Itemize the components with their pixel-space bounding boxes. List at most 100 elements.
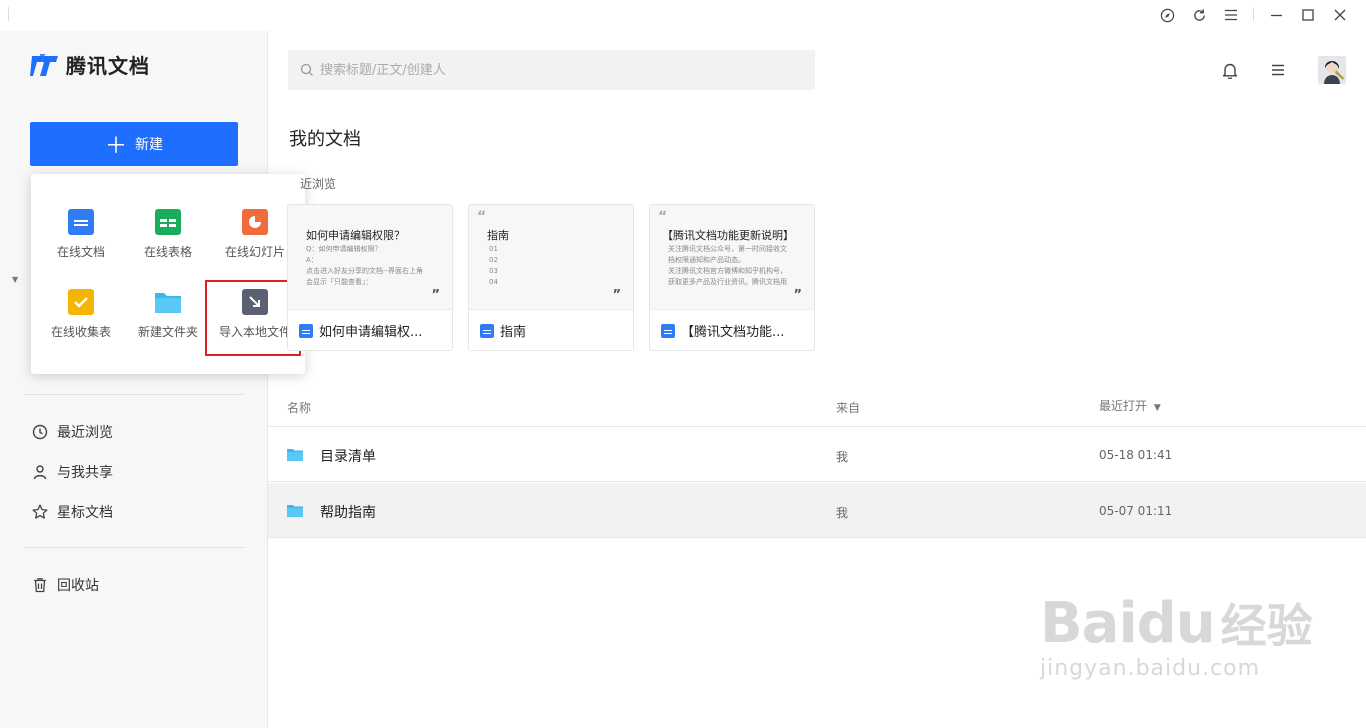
- online-sheet-icon: [155, 209, 181, 235]
- quote-mark-icon: ”: [612, 288, 621, 303]
- star-icon: [32, 504, 48, 519]
- menu-item-label: 新建文件夹: [137, 325, 198, 339]
- minimize-icon[interactable]: [1267, 6, 1285, 24]
- menu-item-label: 在线表格: [143, 245, 192, 259]
- menu-icon[interactable]: [1222, 6, 1240, 24]
- row-opened-time: 05-07 01:11: [1099, 504, 1173, 518]
- folder-icon: [287, 449, 303, 461]
- new-online-sheet-item[interactable]: 在线表格: [126, 209, 210, 260]
- sidebar-item-trash[interactable]: 回收站: [32, 575, 99, 595]
- column-header-opened[interactable]: 最近打开 ▼: [1099, 397, 1161, 414]
- new-button[interactable]: ＋ 新建: [30, 122, 238, 166]
- hamburger-menu-icon[interactable]: [1268, 60, 1288, 80]
- search-bar[interactable]: [288, 50, 815, 90]
- watermark-brand: Baidu: [1040, 591, 1216, 656]
- new-online-form-item[interactable]: 在线收集表: [39, 289, 123, 340]
- online-form-icon: [68, 289, 94, 315]
- preview-line: 获取更多产品及行业资讯。腾讯文档用: [668, 278, 787, 286]
- doc-icon: [480, 323, 494, 338]
- compass-icon[interactable]: [1158, 6, 1176, 24]
- menu-item-label: 在线收集表: [50, 325, 111, 339]
- preview-title: 【腾讯文档功能更新说明】: [662, 229, 794, 242]
- recent-section-label: 近浏览: [300, 177, 337, 191]
- avatar[interactable]: [1318, 56, 1346, 84]
- recent-doc-card[interactable]: “ 指南 01 02 03 04 ” 指南: [468, 204, 634, 351]
- user-icon: [33, 465, 47, 480]
- preview-line: A：: [306, 256, 318, 264]
- preview-title: 如何申请编辑权限？: [306, 229, 405, 242]
- refresh-icon[interactable]: [1190, 6, 1208, 24]
- doc-name: 如何申请编辑权...: [319, 325, 423, 340]
- sidebar-item-label: 回收站: [57, 578, 99, 594]
- app-logo[interactable]: 腾讯文档: [30, 50, 150, 79]
- row-name: 目录清单: [320, 449, 376, 465]
- online-doc-icon: [68, 209, 94, 235]
- preview-line: Q：如何申请编辑权限？: [306, 245, 382, 253]
- quote-mark-icon: “: [658, 209, 668, 225]
- quote-mark-icon: “: [477, 209, 487, 225]
- preview-line: 会显示「只能查看」：: [306, 278, 373, 286]
- recent-doc-card[interactable]: 如何申请编辑权限？ Q：如何申请编辑权限？ A： 点击进入好友分享的文档--界面…: [287, 204, 453, 351]
- preview-title: 指南: [487, 229, 509, 242]
- column-header-from[interactable]: 来自: [836, 399, 860, 416]
- column-header-label: 最近打开: [1099, 399, 1148, 413]
- preview-line: 04: [489, 278, 498, 286]
- clock-icon: [32, 424, 48, 440]
- column-header-name[interactable]: 名称: [287, 399, 311, 416]
- tencent-docs-logo-icon: [30, 53, 58, 76]
- doc-name: 指南: [500, 325, 527, 340]
- quote-mark-icon: ”: [431, 288, 440, 303]
- row-name: 帮助指南: [320, 505, 376, 521]
- row-from: 我: [836, 506, 849, 520]
- menu-item-label: 在线文档: [56, 245, 105, 259]
- row-from: 我: [836, 450, 849, 464]
- doc-icon: [661, 323, 675, 338]
- new-online-doc-item[interactable]: 在线文档: [39, 209, 123, 260]
- app-brand-name: 腾讯文档: [66, 54, 150, 78]
- doc-icon: [299, 323, 313, 338]
- collapse-caret-icon[interactable]: ▼: [12, 275, 18, 284]
- preview-line: 03: [489, 267, 498, 275]
- table-row[interactable]: 帮助指南 我 05-07 01:11: [268, 483, 1366, 538]
- maximize-icon[interactable]: [1299, 6, 1317, 24]
- sidebar-item-label: 星标文档: [57, 505, 113, 521]
- doc-preview: “ 指南 01 02 03 04 ”: [469, 205, 633, 310]
- trash-icon: [34, 578, 46, 593]
- watermark-cn: 经验: [1220, 599, 1313, 653]
- preview-line: 01: [489, 245, 498, 253]
- preview-line: 点击进入好友分享的文档--界面右上角: [306, 267, 424, 275]
- page-title: 我的文档: [289, 129, 361, 150]
- close-icon[interactable]: [1331, 6, 1349, 24]
- quote-mark-icon: ”: [793, 288, 802, 303]
- new-folder-icon: [155, 293, 181, 313]
- watermark-url: jingyan.baidu.com: [1040, 656, 1261, 681]
- sidebar-item-recent[interactable]: 最近浏览: [32, 422, 113, 442]
- search-icon: [300, 63, 313, 76]
- sidebar-item-label: 与我共享: [57, 465, 113, 481]
- preview-line: 02: [489, 256, 498, 264]
- new-folder-item[interactable]: 新建文件夹: [126, 289, 210, 340]
- bell-icon[interactable]: [1220, 60, 1240, 80]
- table-row[interactable]: 目录清单 我 05-18 01:41: [268, 427, 1366, 482]
- search-input[interactable]: [320, 62, 800, 78]
- new-button-label: 新建: [135, 137, 163, 153]
- titlebar-divider: [1253, 7, 1254, 21]
- menu-item-label: 在线幻灯片: [224, 245, 285, 259]
- row-opened-time: 05-18 01:41: [1099, 448, 1173, 462]
- window-titlebar: [0, 0, 1366, 31]
- sidebar-divider: [24, 394, 244, 395]
- doc-preview: “ 【腾讯文档功能更新说明】 关注腾讯文档公众号，第一时间接收文 档权限通知和产…: [650, 205, 814, 310]
- doc-name: 【腾讯文档功能...: [681, 325, 785, 340]
- folder-icon: [287, 505, 303, 517]
- sidebar-item-starred[interactable]: 星标文档: [32, 502, 113, 522]
- new-online-slide-item[interactable]: 在线幻灯片: [213, 209, 297, 260]
- sidebar-item-label: 最近浏览: [57, 425, 113, 441]
- preview-line: 关注腾讯文档公众号，第一时间接收文: [668, 245, 787, 253]
- recent-doc-card[interactable]: “ 【腾讯文档功能更新说明】 关注腾讯文档公众号，第一时间接收文 档权限通知和产…: [649, 204, 815, 351]
- doc-preview: 如何申请编辑权限？ Q：如何申请编辑权限？ A： 点击进入好友分享的文档--界面…: [288, 205, 452, 310]
- plus-icon: ＋: [104, 134, 127, 159]
- preview-line: 关注腾讯文档官方微博和知乎机构号，: [668, 267, 787, 275]
- titlebar-divider: [8, 7, 9, 21]
- sidebar-item-shared[interactable]: 与我共享: [32, 462, 113, 482]
- preview-line: 档权限通知和产品动态。: [668, 256, 745, 264]
